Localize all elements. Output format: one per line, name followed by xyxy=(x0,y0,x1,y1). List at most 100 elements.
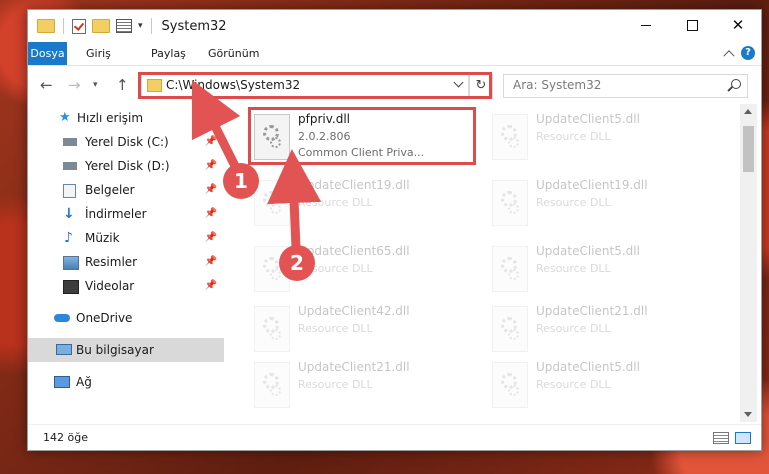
file-name: UpdateClient19.dll xyxy=(298,178,410,192)
pin-icon[interactable]: 📌 xyxy=(205,226,217,250)
file-highlight xyxy=(248,107,476,165)
close-icon: ✕ xyxy=(731,15,745,34)
divider xyxy=(63,18,64,34)
dll-file-icon xyxy=(492,246,528,292)
item-count: 142 öğe xyxy=(43,431,88,444)
sidebar-item-label: Videolar xyxy=(85,279,135,293)
file-description: Resource DLL xyxy=(536,322,611,335)
divider xyxy=(150,18,152,34)
navigation-pane: ★ Hızlı erişim Yerel Disk (C:) 📌 Yerel D… xyxy=(28,104,224,422)
file-description: Resource DLL xyxy=(536,262,611,275)
sidebar-item-videos[interactable]: Videolar 📌 xyxy=(28,274,224,298)
status-bar: 142 öğe xyxy=(28,424,761,451)
sidebar-item-label: Yerel Disk (D:) xyxy=(85,159,170,173)
pin-icon[interactable]: 📌 xyxy=(205,250,217,274)
dll-file-icon xyxy=(492,180,528,226)
cloud-icon xyxy=(54,314,70,322)
minimize-icon xyxy=(641,24,651,26)
pin-icon[interactable]: 📌 xyxy=(205,130,217,154)
scroll-down-icon[interactable] xyxy=(744,412,752,417)
tab-home[interactable]: Giriş xyxy=(76,42,121,65)
properties-check-icon[interactable] xyxy=(72,18,86,34)
sidebar-item-onedrive[interactable]: OneDrive xyxy=(28,306,224,330)
sidebar-item-local-disk-d[interactable]: Yerel Disk (D:) 📌 xyxy=(28,154,224,178)
details-view-icon[interactable] xyxy=(713,432,729,444)
tiles-view-icon[interactable] xyxy=(735,432,751,444)
window-controls: ✕ xyxy=(623,10,761,40)
file-item[interactable]: UpdateClient5.dll Resource DLL xyxy=(488,356,718,416)
sidebar-item-local-disk-c[interactable]: Yerel Disk (C:) 📌 xyxy=(28,130,224,154)
customize-toolbar-icon[interactable] xyxy=(116,19,132,33)
pin-icon[interactable]: 📌 xyxy=(205,154,217,178)
tab-share[interactable]: Paylaş xyxy=(141,42,196,65)
pin-icon[interactable]: 📌 xyxy=(205,178,217,202)
maximize-button[interactable] xyxy=(669,10,715,40)
file-item[interactable]: UpdateClient42.dll Resource DLL xyxy=(250,300,480,360)
quick-access-toolbar: ▾ System32 xyxy=(37,18,227,34)
pictures-icon xyxy=(63,256,79,270)
file-description: Resource DLL xyxy=(536,378,611,391)
file-description: Resource DLL xyxy=(536,130,611,143)
pin-icon[interactable]: 📌 xyxy=(205,274,217,298)
download-arrow-icon: ↓ xyxy=(63,206,75,222)
sidebar-item-label: Yerel Disk (C:) xyxy=(85,135,169,149)
sidebar-item-music[interactable]: ♪ Müzik 📌 xyxy=(28,226,224,250)
file-description: Resource DLL xyxy=(298,322,373,335)
dll-file-icon xyxy=(492,362,528,408)
sidebar-item-network[interactable]: Ağ xyxy=(28,370,224,394)
dll-file-icon xyxy=(254,362,290,408)
computer-icon xyxy=(56,344,72,355)
file-item[interactable]: UpdateClient19.dll Resource DLL xyxy=(488,174,718,234)
scrollbar-thumb[interactable] xyxy=(743,126,754,172)
dll-file-icon xyxy=(254,180,290,226)
documents-icon xyxy=(63,184,76,198)
star-icon: ★ xyxy=(59,110,71,125)
file-description: Resource DLL xyxy=(298,196,373,209)
dll-file-icon xyxy=(254,306,290,352)
ribbon-tabs: Dosya Giriş Paylaş Görünüm ? xyxy=(28,42,761,66)
file-name: UpdateClient5.dll xyxy=(536,360,640,374)
sidebar-item-downloads[interactable]: ↓ İndirmeler 📌 xyxy=(28,202,224,226)
pin-icon[interactable]: 📌 xyxy=(205,202,217,226)
expand-ribbon-icon[interactable] xyxy=(723,50,735,62)
file-item[interactable]: UpdateClient19.dll Resource DLL xyxy=(250,174,480,234)
up-arrow-icon[interactable]: ↑ xyxy=(116,76,129,94)
tab-file[interactable]: Dosya xyxy=(28,42,67,65)
sidebar-item-label: Resimler xyxy=(85,255,138,269)
window-title: System32 xyxy=(161,18,227,34)
recent-locations-chevron-icon[interactable]: ▾ xyxy=(93,80,98,90)
file-name: UpdateClient19.dll xyxy=(536,178,648,192)
sidebar-item-pictures[interactable]: Resimler 📌 xyxy=(28,250,224,274)
file-item[interactable]: UpdateClient65.dll Resource DLL xyxy=(250,240,480,300)
tab-view[interactable]: Görünüm xyxy=(198,42,269,65)
file-description: Resource DLL xyxy=(536,196,611,209)
chevron-down-icon[interactable]: ▾ xyxy=(138,21,143,31)
scroll-up-icon[interactable] xyxy=(744,109,752,114)
file-item[interactable]: UpdateClient21.dll Resource DLL xyxy=(250,356,480,416)
search-placeholder: Ara: System32 xyxy=(513,78,602,92)
sidebar-item-label: Bu bilgisayar xyxy=(76,343,154,357)
search-icon[interactable] xyxy=(731,79,741,89)
back-arrow-icon[interactable]: ← xyxy=(40,76,53,94)
file-item[interactable]: UpdateClient21.dll Resource DLL xyxy=(488,300,718,360)
close-button[interactable]: ✕ xyxy=(715,10,761,40)
title-bar: ▾ System32 ✕ xyxy=(28,10,761,42)
search-input[interactable]: Ara: System32 xyxy=(503,74,748,98)
sidebar-item-this-pc[interactable]: Bu bilgisayar xyxy=(28,338,224,362)
music-note-icon: ♪ xyxy=(64,230,73,246)
sidebar-item-label: OneDrive xyxy=(76,311,133,325)
file-description: Resource DLL xyxy=(298,378,373,391)
dll-file-icon xyxy=(492,114,528,160)
file-item[interactable]: UpdateClient5.dll Resource DLL xyxy=(488,108,718,168)
new-folder-icon[interactable] xyxy=(92,19,110,33)
address-row: ← → ▾ ↑ C:\Windows\System32 ↻ Ara: Syste… xyxy=(28,66,761,104)
vertical-scrollbar[interactable] xyxy=(740,104,757,422)
sidebar-item-documents[interactable]: Belgeler 📌 xyxy=(28,178,224,202)
minimize-button[interactable] xyxy=(623,10,669,40)
help-icon[interactable]: ? xyxy=(741,46,755,60)
forward-arrow-icon[interactable]: → xyxy=(68,76,81,94)
file-name: UpdateClient5.dll xyxy=(536,244,640,258)
file-name: UpdateClient42.dll xyxy=(298,304,410,318)
sidebar-item-quick-access[interactable]: ★ Hızlı erişim xyxy=(28,106,224,130)
file-item[interactable]: UpdateClient5.dll Resource DLL xyxy=(488,240,718,300)
